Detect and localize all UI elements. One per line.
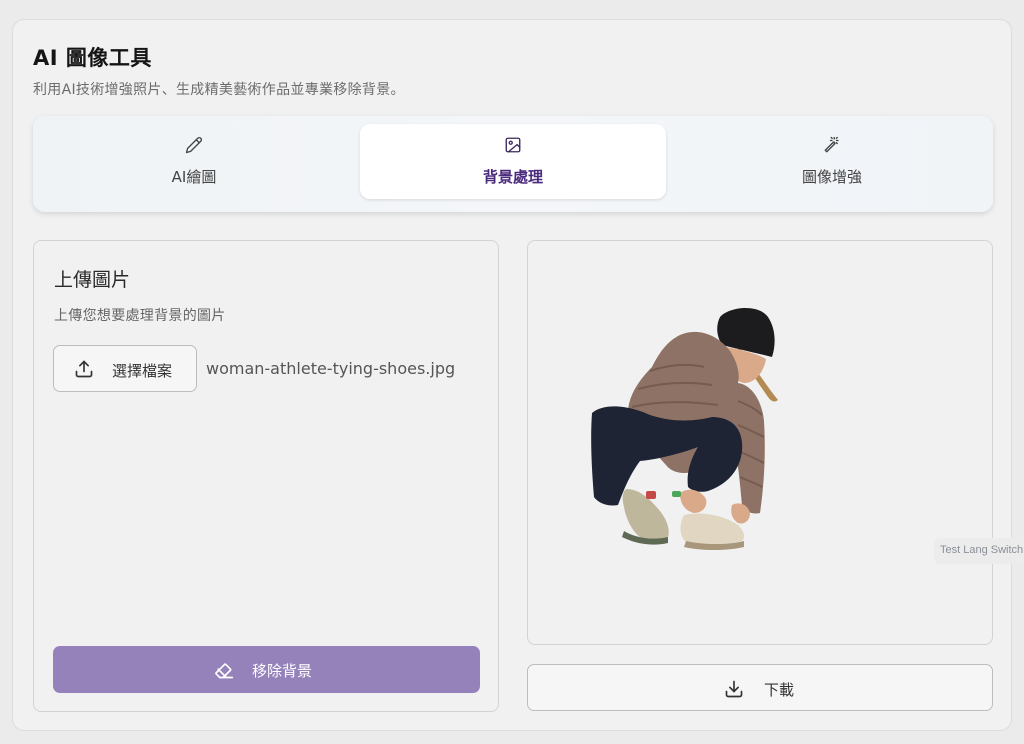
remove-background-button[interactable]: 移除背景 [53,646,480,693]
lang-switch-label: Test Lang Switch [940,544,1024,556]
choose-file-button[interactable]: 選擇檔案 [53,345,197,392]
tab-ai-drawing[interactable]: AI繪圖 [41,124,347,199]
page-subtitle: 利用AI技術增強照片、生成精美藝術作品並專業移除背景。 [33,82,405,98]
upload-panel-title: 上傳圖片 [54,269,131,291]
image-icon [505,137,521,153]
tab-bar: AI繪圖 背景處理 圖像增強 [33,116,993,212]
download-icon [725,680,743,698]
page-title: AI 圖像工具 [33,46,152,70]
choose-file-label: 選擇檔案 [112,362,173,380]
result-panel [527,240,993,645]
download-label: 下載 [764,681,795,699]
tab-image-enhance[interactable]: 圖像增強 [679,124,985,199]
result-image [591,307,778,550]
download-button[interactable]: 下載 [527,664,993,711]
magic-wand-icon [824,136,839,153]
tab-label: 圖像增強 [801,168,862,186]
selected-file-name: woman-athlete-tying-shoes.jpg [206,359,456,378]
tab-label: 背景處理 [482,168,543,186]
lang-switch-button[interactable]: Test Lang Switch [934,538,1024,564]
upload-icon [75,360,93,378]
tab-label: AI繪圖 [171,168,217,186]
tab-background-processing[interactable]: 背景處理 [360,124,666,199]
upload-panel: 上傳圖片 上傳您想要處理背景的圖片 選擇檔案 woman-athlete-tyi… [33,240,499,712]
eraser-icon [215,663,234,679]
ai-image-tool-card: AI 圖像工具 利用AI技術增強照片、生成精美藝術作品並專業移除背景。 AI繪圖… [12,19,1012,731]
remove-background-label: 移除背景 [252,662,313,680]
pencil-icon [185,137,202,154]
upload-panel-description: 上傳您想要處理背景的圖片 [54,308,226,324]
